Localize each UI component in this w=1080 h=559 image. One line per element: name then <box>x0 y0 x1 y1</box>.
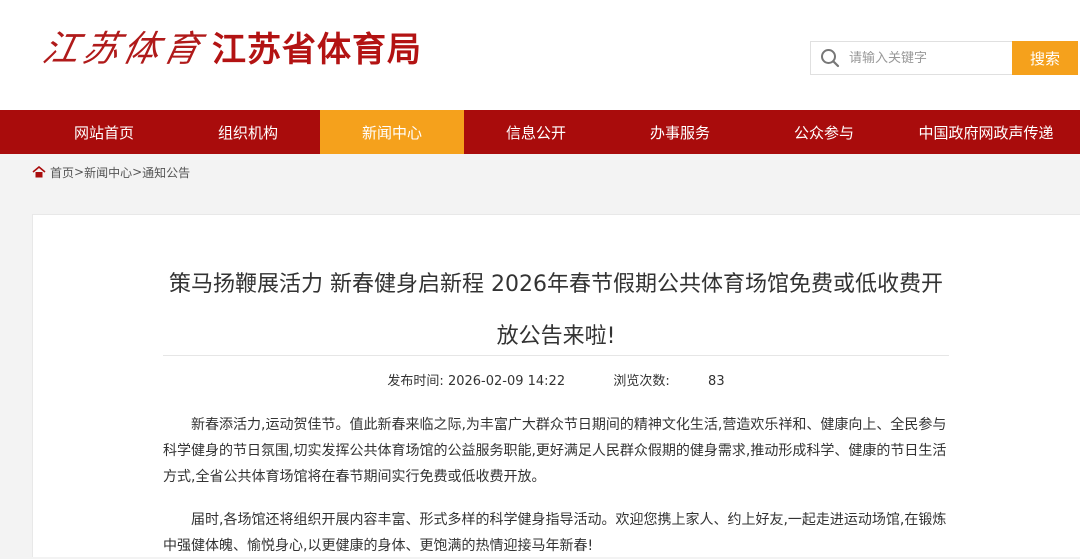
site-header: 江苏体育 江苏省体育局 搜索 <box>0 0 1080 110</box>
views-count: 83 <box>708 374 725 389</box>
breadcrumb-separator: > <box>132 165 143 179</box>
nav-item-gov-relay[interactable]: 中国政府网政声传递 <box>896 110 1076 154</box>
breadcrumb-news-center[interactable]: 新闻中心 <box>84 164 132 181</box>
breadcrumb-separator: > <box>74 165 85 179</box>
title-divider <box>163 355 949 356</box>
article-title: 策马扬鞭展活力 新春健身启新程 2026年春节假期公共体育场馆免费或低收费开放公… <box>169 272 943 349</box>
article-meta: 发布时间: 2026-02-09 14:22 浏览次数: 83 <box>163 370 949 389</box>
article-paragraph: 新春添活力,运动贺佳节。值此新春来临之际,为丰富广大群众节日期间的精神文化生活,… <box>163 417 947 485</box>
site-logo[interactable]: 江苏体育 江苏省体育局 <box>39 20 423 72</box>
home-icon <box>32 166 46 178</box>
logo-text: 江苏省体育局 <box>212 29 423 70</box>
publish-time-label: 发布时间: <box>387 374 444 389</box>
main-nav: 网站首页 组织机构 新闻中心 信息公开 办事服务 公众参与 中国政府网政声传递 <box>0 110 1080 154</box>
nav-item-news-center[interactable]: 新闻中心 <box>320 110 464 154</box>
article-paragraph: 届时,各场馆还将组织开展内容丰富、形式多样的科学健身指导活动。欢迎您携上家人、约… <box>163 512 947 554</box>
nav-item-home[interactable]: 网站首页 <box>32 110 176 154</box>
nav-item-public-participation[interactable]: 公众参与 <box>752 110 896 154</box>
search-icon <box>811 41 849 75</box>
breadcrumb: 首页 > 新闻中心 > 通知公告 <box>0 154 1080 190</box>
search-bar: 搜索 <box>810 41 1078 75</box>
breadcrumb-notices[interactable]: 通知公告 <box>142 164 190 181</box>
nav-item-info-disclosure[interactable]: 信息公开 <box>464 110 608 154</box>
views-label: 浏览次数: <box>613 374 670 389</box>
search-button[interactable]: 搜索 <box>1012 41 1078 75</box>
search-input[interactable] <box>849 50 999 66</box>
logo-calligraphy: 江苏体育 <box>38 29 208 70</box>
nav-item-organization[interactable]: 组织机构 <box>176 110 320 154</box>
breadcrumb-home[interactable]: 首页 <box>50 164 74 181</box>
search-box <box>810 41 1012 75</box>
nav-item-services[interactable]: 办事服务 <box>608 110 752 154</box>
article-panel: 策马扬鞭展活力 新春健身启新程 2026年春节假期公共体育场馆免费或低收费开放公… <box>32 214 1080 557</box>
publish-time: 2026-02-09 14:22 <box>447 374 566 389</box>
